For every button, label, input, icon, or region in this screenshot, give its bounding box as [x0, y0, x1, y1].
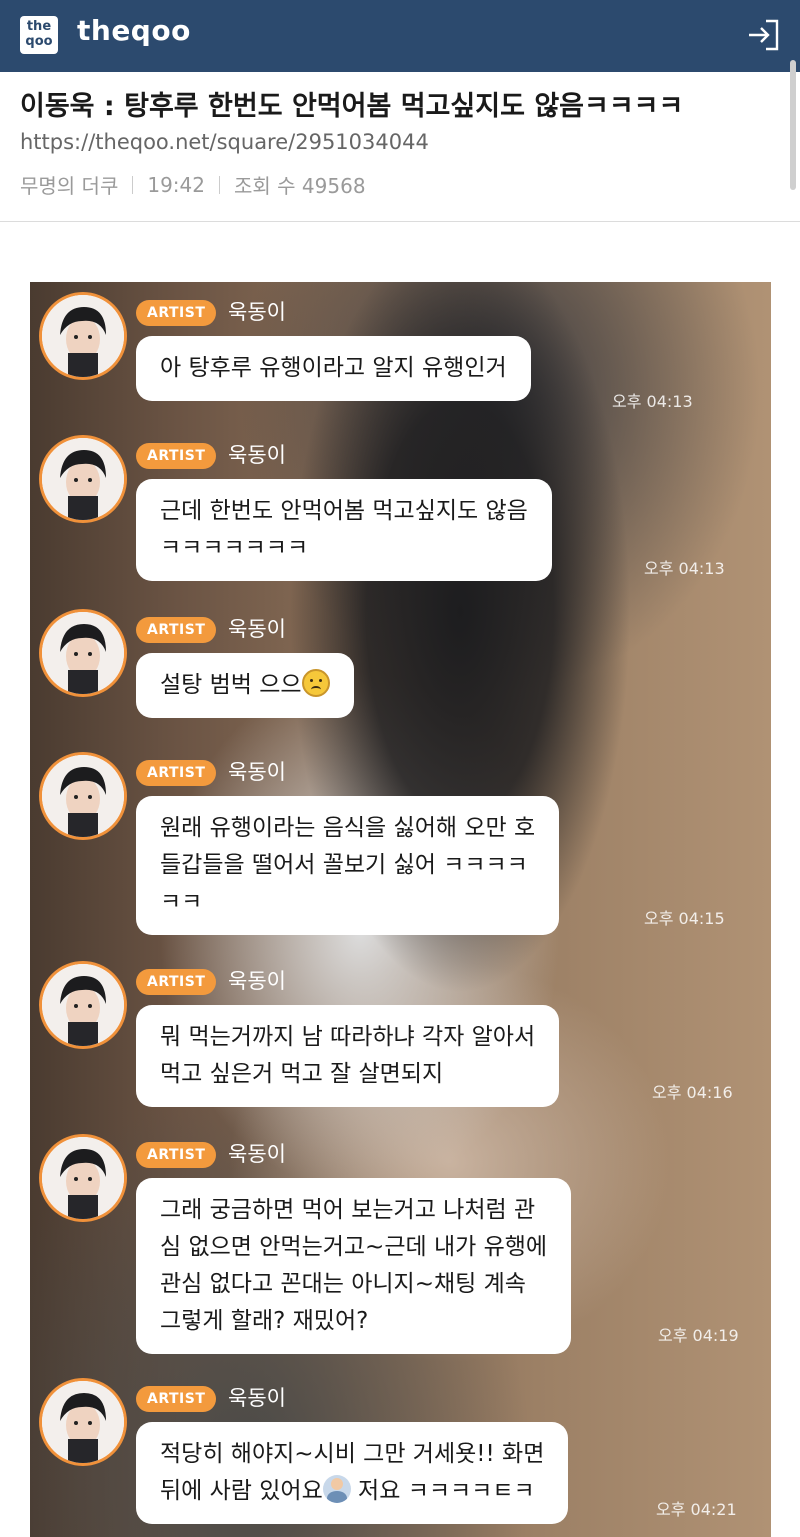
login-icon[interactable] — [746, 18, 782, 52]
sender-name: 욱동이 — [228, 1142, 286, 1166]
post-url[interactable]: https://theqoo.net/square/2951034044 — [20, 130, 429, 154]
artist-avatar — [39, 435, 127, 523]
brand-name[interactable]: theqoo — [77, 14, 191, 47]
post-title: 이동욱 : 탕후루 한번도 안먹어봄 먹고싶지도 않음ㅋㅋㅋㅋ — [20, 91, 684, 122]
message-time: 오후 04:19 — [658, 1326, 739, 1345]
artist-badge: ARTIST — [136, 1142, 217, 1168]
message-time: 오후 04:21 — [656, 1500, 737, 1519]
sender-name: 욱동이 — [228, 443, 286, 467]
message-time: 오후 04:15 — [644, 909, 725, 928]
artist-avatar — [39, 1134, 127, 1222]
message-bubble: 근데 한번도 안먹어봄 먹고싶지도 않음 ㅋㅋㅋㅋㅋㅋㅋ — [136, 479, 552, 581]
meta-divider — [132, 175, 134, 194]
artist-avatar — [39, 752, 127, 840]
person-raising-hand-emoji-icon — [322, 1475, 351, 1503]
artist-avatar — [39, 1378, 127, 1466]
artist-badge: ARTIST — [136, 969, 217, 995]
message-bubble: 아 탕후루 유행이라고 알지 유행인거 — [136, 336, 531, 401]
post-meta: 무명의 더쿠 19:42 조회 수 49568 — [20, 170, 366, 199]
message-bubble: 그래 궁금하면 먹어 보는거고 나처럼 관 심 없으면 안먹는거고~근데 내가 … — [136, 1178, 572, 1354]
sad-face-emoji-icon — [301, 669, 330, 697]
post-time: 19:42 — [147, 172, 205, 197]
sender-name: 욱동이 — [228, 760, 286, 784]
sender-name: 욱동이 — [228, 300, 286, 324]
artist-avatar — [39, 961, 127, 1049]
header-divider — [0, 221, 800, 222]
post-views: 조회 수 49568 — [234, 174, 366, 198]
sender-name: 욱동이 — [228, 617, 286, 641]
message-time: 오후 04:13 — [644, 559, 725, 578]
message-bubble: 적당히 해야지~시비 그만 거세욧!! 화면 뒤에 사람 있어요 저요 ㅋㅋㅋㅋ… — [136, 1422, 569, 1524]
top-navigation-bar: the qoo theqoo — [0, 0, 800, 72]
message-bubble: 뭐 먹는거까지 남 따라하냐 각자 알아서 먹고 싶은거 먹고 잘 살면되지 — [136, 1005, 560, 1107]
message-time: 오후 04:16 — [652, 1083, 733, 1102]
sender-name: 욱동이 — [228, 1386, 286, 1410]
artist-badge: ARTIST — [136, 760, 217, 786]
meta-divider — [219, 175, 220, 194]
artist-badge: ARTIST — [136, 617, 217, 643]
chat-screenshot-image: ARTIST 욱동이 아 탕후루 유행이라고 알지 유행인거 오후 04:13 … — [30, 282, 771, 1537]
post-author: 무명의 더쿠 — [20, 174, 119, 198]
artist-badge: ARTIST — [136, 443, 217, 469]
message-bubble: 원래 유행이라는 음식을 싫어해 오만 호 들갑들을 떨어서 꼴보기 싫어 ㅋㅋ… — [136, 796, 560, 935]
message-time: 오후 04:13 — [612, 392, 693, 411]
scrollbar-thumb[interactable] — [790, 60, 796, 190]
artist-badge: ARTIST — [136, 300, 217, 326]
message-text: 저요 ㅋㅋㅋㅋㅌㅋ — [350, 1478, 535, 1504]
artist-avatar — [39, 609, 127, 697]
artist-avatar — [39, 292, 127, 380]
message-text: 설탕 범벅 으으 — [160, 672, 302, 698]
theqoo-logo-icon[interactable]: the qoo — [20, 16, 58, 54]
message-bubble: 설탕 범벅 으으 — [136, 653, 354, 718]
sender-name: 욱동이 — [228, 969, 286, 993]
artist-badge: ARTIST — [136, 1386, 217, 1412]
